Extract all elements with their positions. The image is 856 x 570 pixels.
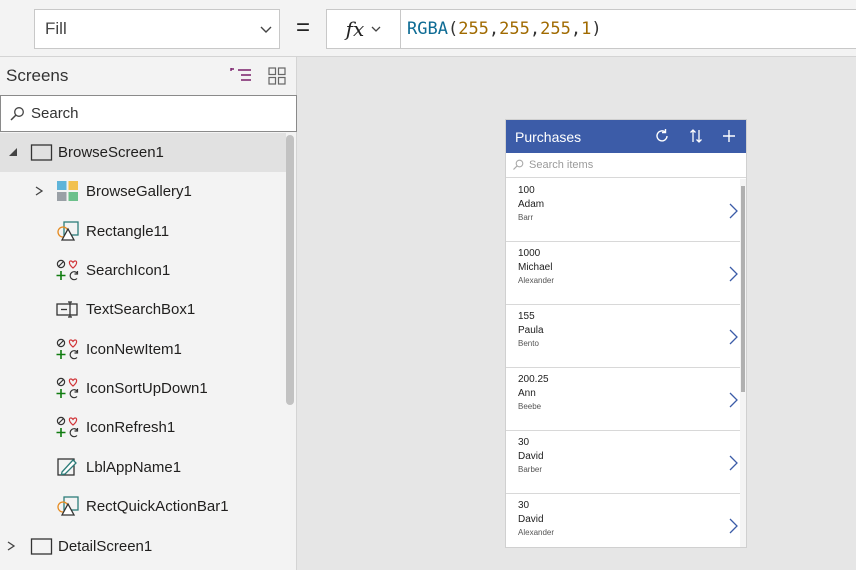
item-first-name: David — [518, 451, 544, 462]
app-preview-screen[interactable]: Purchases Search items 100 Adam Barr 100… — [506, 120, 746, 547]
tree-item-label: DetailScreen1 — [58, 538, 153, 555]
formula-arg: 255 — [499, 19, 530, 39]
tree-item-textsearchbox1[interactable]: TextSearchBox1 — [0, 290, 286, 329]
tree-item-lblappname1[interactable]: LblAppName1 — [0, 448, 286, 487]
tree-item-rectangle11[interactable]: Rectangle11 — [0, 212, 286, 251]
icons-control-icon — [56, 377, 79, 399]
app-search-box[interactable]: Search items — [506, 153, 746, 178]
chevron-right-icon[interactable] — [728, 455, 738, 471]
tree-item-searchicon1[interactable]: SearchIcon1 — [0, 251, 286, 290]
property-dropdown[interactable]: Fill — [34, 9, 280, 49]
chevron-right-icon[interactable] — [728, 329, 738, 345]
app-search-placeholder: Search items — [529, 159, 594, 171]
tree-item-iconrefresh1[interactable]: IconRefresh1 — [0, 408, 286, 447]
shape-icon — [57, 496, 79, 516]
label-icon — [57, 458, 77, 476]
tree-search-placeholder: Search — [31, 105, 79, 122]
app-header-bar: Purchases — [506, 120, 746, 153]
item-last-name: Barr — [518, 213, 534, 222]
search-icon — [513, 159, 524, 170]
gallery-item[interactable]: 100 Adam Barr — [506, 179, 740, 242]
tree-item-iconnewitem1[interactable]: IconNewItem1 — [0, 330, 286, 369]
tree-item-label: IconSortUpDown1 — [86, 380, 208, 397]
sort-up-down-icon[interactable] — [688, 128, 704, 144]
tree-item-label: BrowseScreen1 — [58, 144, 164, 161]
expand-arrow-icon[interactable] — [34, 186, 44, 196]
tree-item-iconsortupdown1[interactable]: IconSortUpDown1 — [0, 369, 286, 408]
icons-control-icon — [56, 259, 79, 281]
tree-search-input[interactable]: Search — [0, 95, 297, 132]
tree-item-label: LblAppName1 — [86, 459, 182, 476]
app-title[interactable]: Purchases — [515, 129, 581, 145]
tree-view-icon[interactable] — [230, 67, 252, 85]
text-input-icon — [56, 301, 78, 318]
tree-item-label: SearchIcon1 — [86, 262, 171, 279]
formula-arg: 255 — [540, 19, 571, 39]
item-first-name: Paula — [518, 325, 544, 336]
formula-arg: 1 — [581, 19, 592, 39]
item-last-name: Alexander — [518, 276, 555, 285]
search-icon — [10, 106, 24, 121]
collapse-arrow-icon[interactable] — [8, 147, 18, 157]
item-first-name: Ann — [518, 388, 536, 399]
tree-item-label: Rectangle11 — [86, 223, 170, 240]
item-first-name: Michael — [518, 262, 553, 273]
tree-item-label: IconNewItem1 — [86, 341, 182, 358]
shape-icon — [57, 221, 79, 241]
item-value: 100 — [518, 185, 535, 196]
gallery-item[interactable]: 200.25 Ann Beebe — [506, 368, 740, 431]
item-last-name: Barber — [518, 465, 543, 474]
formula-bar: Fill = fx RGBA(255, 255, 255, 1) — [0, 0, 856, 57]
formula-function: RGBA — [407, 19, 448, 39]
fx-icon: fx — [345, 17, 365, 41]
tree-item-label: IconRefresh1 — [86, 419, 176, 436]
item-value: 1000 — [518, 248, 541, 259]
screen-icon — [30, 538, 53, 555]
browse-gallery[interactable]: 100 Adam Barr 1000 Michael Alexander 155… — [506, 179, 746, 547]
item-first-name: David — [518, 514, 544, 525]
expand-arrow-icon[interactable] — [6, 541, 16, 551]
chevron-right-icon[interactable] — [728, 518, 738, 534]
fx-button[interactable]: fx — [326, 9, 401, 49]
formula-arg: 255 — [458, 19, 489, 39]
gallery-item[interactable]: 30 David Barber — [506, 431, 740, 494]
tree-item-browsescreen1[interactable]: BrowseScreen1 — [0, 133, 286, 172]
gallery-icon — [57, 181, 78, 201]
item-last-name: Beebe — [518, 402, 542, 411]
screen-icon — [30, 144, 53, 161]
tree-item-detailscreen1[interactable]: DetailScreen1 — [0, 527, 286, 566]
tree-item-label: BrowseGallery1 — [86, 183, 192, 200]
chevron-down-icon — [371, 26, 381, 32]
tree-item-rectquickactionbar1[interactable]: RectQuickActionBar1 — [0, 487, 286, 526]
equals-sign: = — [295, 14, 310, 41]
gallery-item[interactable]: 1000 Michael Alexander — [506, 242, 740, 305]
item-last-name: Alexander — [518, 528, 555, 537]
gallery-scrollbar-thumb[interactable] — [741, 186, 745, 392]
item-value: 30 — [518, 437, 530, 448]
chevron-right-icon[interactable] — [728, 266, 738, 282]
refresh-icon[interactable] — [654, 128, 670, 144]
chevron-right-icon[interactable] — [728, 392, 738, 408]
chevron-right-icon[interactable] — [728, 203, 738, 219]
tree-item-browsegallery1[interactable]: BrowseGallery1 — [0, 172, 286, 211]
tree-item-label: TextSearchBox1 — [86, 301, 196, 318]
property-dropdown-value: Fill — [45, 19, 67, 38]
icons-control-icon — [56, 416, 79, 438]
formula-input[interactable]: RGBA(255, 255, 255, 1) — [400, 9, 856, 49]
item-last-name: Bento — [518, 339, 539, 348]
item-value: 155 — [518, 311, 535, 322]
item-first-name: Adam — [518, 199, 545, 210]
tree-item-label: RectQuickActionBar1 — [86, 498, 229, 515]
gallery-item[interactable]: 30 David Alexander — [506, 494, 740, 547]
gallery-item[interactable]: 155 Paula Bento — [506, 305, 740, 368]
tree-view-panel: Screens Search BrowseScreen1 BrowseGalle… — [0, 57, 297, 570]
item-value: 30 — [518, 500, 530, 511]
chevron-down-icon — [260, 26, 272, 33]
thumbnail-view-icon[interactable] — [268, 67, 286, 85]
add-icon[interactable] — [721, 128, 737, 144]
panel-title: Screens — [6, 66, 69, 85]
icons-control-icon — [56, 338, 79, 360]
item-value: 200.25 — [518, 374, 549, 385]
tree-scrollbar[interactable] — [286, 135, 294, 405]
